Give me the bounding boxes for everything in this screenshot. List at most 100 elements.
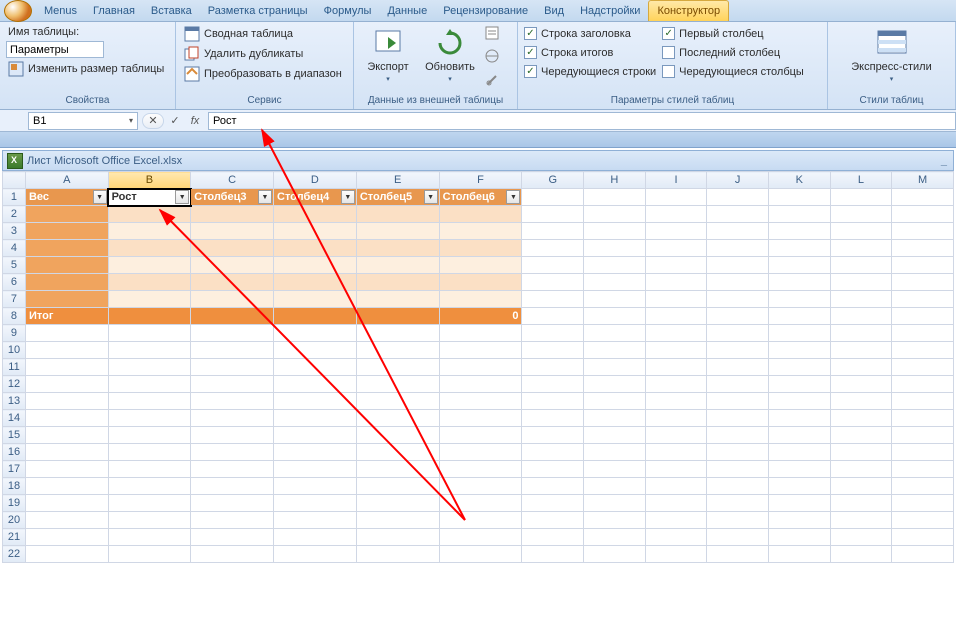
chk-total-row[interactable]: ✓Строка итогов <box>524 46 656 59</box>
chk-banded-rows[interactable]: ✓Чередующиеся строки <box>524 65 656 78</box>
open-browser-icon[interactable] <box>484 48 500 69</box>
table-header-cell[interactable]: Столбец3▼ <box>191 189 274 206</box>
col-header[interactable]: J <box>707 172 769 189</box>
filter-button[interactable]: ▼ <box>506 190 520 204</box>
name-box-value: B1 <box>33 115 46 127</box>
col-header[interactable]: G <box>522 172 584 189</box>
chk-first-col[interactable]: ✓Первый столбец <box>662 27 804 40</box>
checked-icon: ✓ <box>524 27 537 40</box>
grid[interactable]: A B C D E F G H I J K L M 1 Вес▼ Рост▼ С… <box>2 171 954 563</box>
col-header[interactable]: F <box>439 172 522 189</box>
row-header[interactable]: 3 <box>3 223 26 240</box>
row-header[interactable]: 22 <box>3 546 26 563</box>
minimize-button[interactable]: _ <box>941 155 947 167</box>
convert-to-range-button[interactable]: Преобразовать в диапазон <box>182 65 347 83</box>
total-label-cell[interactable]: Итог <box>25 308 108 325</box>
tab-view[interactable]: Вид <box>536 0 572 21</box>
enter-button[interactable]: ✓ <box>166 113 184 129</box>
col-header[interactable]: A <box>25 172 108 189</box>
tab-menus[interactable]: Menus <box>36 0 85 21</box>
row-header[interactable]: 2 <box>3 206 26 223</box>
row-header[interactable]: 18 <box>3 478 26 495</box>
col-header[interactable]: D <box>274 172 357 189</box>
checked-icon: ✓ <box>524 46 537 59</box>
tab-addins[interactable]: Надстройки <box>572 0 648 21</box>
table-header-cell[interactable]: Столбец5▼ <box>356 189 439 206</box>
table-header-cell[interactable]: Столбец6▼ <box>439 189 522 206</box>
workbook-titlebar[interactable]: Лист Microsoft Office Excel.xlsx _ <box>2 150 954 171</box>
tab-formulas[interactable]: Формулы <box>316 0 380 21</box>
row-header[interactable]: 5 <box>3 257 26 274</box>
refresh-label: Обновить <box>425 61 475 73</box>
refresh-button[interactable]: Обновить ▾ <box>422 25 478 93</box>
col-header[interactable]: K <box>768 172 830 189</box>
quick-styles-button[interactable]: Экспресс-стили ▾ <box>847 25 937 93</box>
row-header[interactable]: 16 <box>3 444 26 461</box>
unchecked-icon <box>662 65 675 78</box>
cancel-button[interactable]: ✕ <box>142 113 164 129</box>
resize-table-button[interactable]: Изменить размер таблицы <box>6 60 169 78</box>
header-label: Столбец4 <box>277 191 329 203</box>
unlink-icon[interactable] <box>484 72 500 93</box>
row-header[interactable]: 10 <box>3 342 26 359</box>
chk-banded-cols[interactable]: Чередующиеся столбцы <box>662 65 804 78</box>
office-button[interactable] <box>4 0 32 22</box>
row-header[interactable]: 4 <box>3 240 26 257</box>
tab-data[interactable]: Данные <box>379 0 435 21</box>
formula-input[interactable] <box>208 112 956 130</box>
row-header[interactable]: 6 <box>3 274 26 291</box>
filter-button[interactable]: ▼ <box>258 190 272 204</box>
col-header[interactable]: E <box>356 172 439 189</box>
row-header[interactable]: 13 <box>3 393 26 410</box>
col-header[interactable]: C <box>191 172 274 189</box>
name-box[interactable]: B1 ▾ <box>28 112 138 130</box>
filter-button[interactable]: ▼ <box>341 190 355 204</box>
fx-button[interactable]: fx <box>186 113 204 129</box>
tab-page-layout[interactable]: Разметка страницы <box>200 0 316 21</box>
row-header[interactable]: 15 <box>3 427 26 444</box>
tab-home[interactable]: Главная <box>85 0 143 21</box>
convert-to-range-label: Преобразовать в диапазон <box>204 68 342 80</box>
row-header[interactable]: 19 <box>3 495 26 512</box>
export-button[interactable]: Экспорт ▾ <box>360 25 416 93</box>
tab-insert[interactable]: Вставка <box>143 0 200 21</box>
table-header-cell[interactable]: Столбец4 ▼ <box>274 189 357 206</box>
remove-duplicates-label: Удалить дубликаты <box>204 48 303 60</box>
row-header[interactable]: 17 <box>3 461 26 478</box>
quick-styles-label: Экспресс-стили <box>851 61 931 73</box>
table-header-cell[interactable]: Вес▼ <box>25 189 108 206</box>
table-name-input[interactable] <box>6 41 104 58</box>
pivot-table-label: Сводная таблица <box>204 28 293 40</box>
filter-button[interactable]: ▼ <box>175 190 189 204</box>
col-header[interactable]: B <box>108 172 191 189</box>
col-header[interactable]: L <box>830 172 892 189</box>
col-header[interactable]: H <box>584 172 646 189</box>
row-header[interactable]: 9 <box>3 325 26 342</box>
ribbon-group-properties: Имя таблицы: Изменить размер таблицы Сво… <box>0 22 176 109</box>
remove-duplicates-button[interactable]: Удалить дубликаты <box>182 45 347 63</box>
pivot-table-button[interactable]: Сводная таблица <box>182 25 347 43</box>
col-header[interactable]: M <box>892 172 954 189</box>
row-header[interactable]: 1 <box>3 189 26 206</box>
tab-design[interactable]: Конструктор <box>648 0 729 21</box>
filter-button[interactable]: ▼ <box>424 190 438 204</box>
row-header[interactable]: 14 <box>3 410 26 427</box>
table-row: 5 <box>3 257 954 274</box>
row-header[interactable]: 20 <box>3 512 26 529</box>
total-value-cell[interactable]: 0 <box>439 308 522 325</box>
dropdown-icon[interactable]: ▾ <box>129 116 133 125</box>
col-header[interactable]: I <box>645 172 707 189</box>
ribbon-group-external: Экспорт ▾ Обновить ▾ Данные из внешней т… <box>354 22 518 109</box>
chk-header-row[interactable]: ✓Строка заголовка <box>524 27 656 40</box>
row-header[interactable]: 8 <box>3 308 26 325</box>
properties-icon[interactable] <box>484 25 500 46</box>
table-header-cell[interactable]: Рост▼ <box>108 189 191 206</box>
row-header[interactable]: 11 <box>3 359 26 376</box>
tab-review[interactable]: Рецензирование <box>435 0 536 21</box>
select-all-corner[interactable] <box>3 172 26 189</box>
row-header[interactable]: 21 <box>3 529 26 546</box>
chk-last-col[interactable]: Последний столбец <box>662 46 804 59</box>
row-header[interactable]: 12 <box>3 376 26 393</box>
row-header[interactable]: 7 <box>3 291 26 308</box>
filter-button[interactable]: ▼ <box>93 190 107 204</box>
